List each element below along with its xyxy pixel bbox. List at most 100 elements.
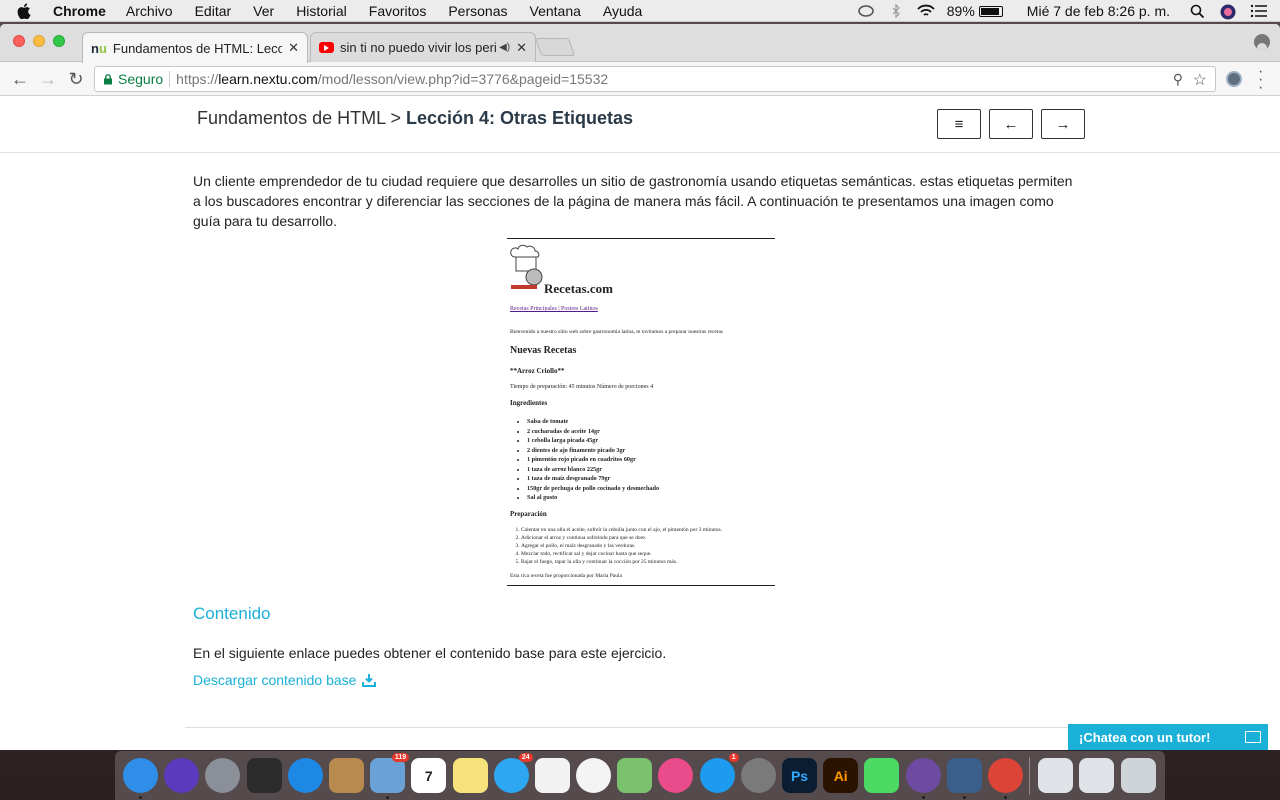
contacts-icon[interactable]: [328, 758, 364, 793]
notification-badge: 24: [518, 753, 533, 762]
profile-icon[interactable]: [1254, 34, 1270, 50]
zoom-icon[interactable]: ⚲: [1173, 71, 1183, 88]
menu-ver[interactable]: Ver: [253, 3, 274, 19]
extension-icon[interactable]: [1226, 71, 1242, 87]
tab-title: sin ti no puedo vivir los peri: [340, 40, 497, 55]
list-item: 1 pimentón rojo picado en cuadritos 60gr: [527, 455, 659, 465]
menu-personas[interactable]: Personas: [448, 3, 507, 19]
preview-icon[interactable]: [1079, 758, 1115, 793]
guide-recipe-meta: Tiempo de preparación: 45 minutos Número…: [510, 384, 654, 390]
guide-nav-links: Recetas Principales | Postres Latinos: [510, 306, 598, 312]
creative-cloud-icon[interactable]: [857, 4, 875, 18]
list-item: Adicionar el arroz y continua sofreindo …: [521, 534, 722, 542]
trash-icon[interactable]: [1120, 758, 1156, 793]
chrome-menu-icon[interactable]: · · ·: [1258, 64, 1263, 96]
url-path: /mod/lesson/view.php?id=3776&pageid=1553…: [317, 71, 609, 87]
mail-window-icon[interactable]: [1038, 758, 1074, 793]
menu-favoritos[interactable]: Favoritos: [369, 3, 427, 19]
list-item: Sal al gusto: [527, 493, 659, 503]
section-divider: [185, 727, 1085, 728]
battery-icon[interactable]: [978, 5, 1003, 17]
menu-ayuda[interactable]: Ayuda: [603, 3, 642, 19]
close-tab-icon[interactable]: ✕: [516, 40, 527, 56]
list-item: Mezclar todo, rectificar sal y dejar coc…: [521, 550, 722, 558]
bluetooth-icon[interactable]: [887, 3, 905, 19]
forward-button[interactable]: →: [36, 68, 60, 90]
lock-icon: [104, 73, 112, 84]
running-indicator: [139, 796, 142, 799]
app-store-icon[interactable]: 1: [699, 753, 739, 793]
section-title-contenido: Contenido: [193, 604, 271, 623]
tab-fundamentos-html[interactable]: nu Fundamentos de HTML: Lecció ✕: [82, 32, 308, 63]
tab-youtube[interactable]: sin ti no puedo vivir los peri ◀) ✕: [310, 32, 536, 62]
url-scheme: https://: [176, 71, 219, 87]
apple-icon[interactable]: [17, 2, 37, 19]
next-page-button[interactable]: →: [1041, 109, 1085, 139]
bookmark-star-icon[interactable]: ☆: [1193, 70, 1207, 90]
menu-ventana[interactable]: Ventana: [530, 3, 581, 19]
photoshop-icon[interactable]: Ps: [782, 758, 817, 793]
system-preferences-icon[interactable]: [740, 758, 776, 793]
facetime-icon[interactable]: [864, 758, 900, 793]
breadcrumb-course-link[interactable]: Fundamentos de HTML: [197, 108, 385, 128]
reminders-icon[interactable]: [534, 758, 570, 793]
download-link[interactable]: Descargar contenido base: [193, 672, 377, 688]
speaker-icon[interactable]: ◀): [499, 42, 510, 53]
previous-page-button[interactable]: ←: [989, 109, 1033, 139]
secure-label: Seguro: [118, 71, 164, 87]
list-item: 1 cebolla larga picada 45gr: [527, 436, 659, 446]
close-window-button[interactable]: [13, 35, 25, 47]
siri-icon[interactable]: [164, 758, 200, 793]
new-tab-button[interactable]: [534, 38, 576, 56]
chat-window-icon[interactable]: [1245, 731, 1261, 743]
list-item: 1 taza de arroz blanco 225gr: [527, 465, 659, 475]
photo-app-icon[interactable]: [246, 758, 282, 793]
messages-icon[interactable]: 24: [493, 753, 533, 793]
maps-icon[interactable]: [617, 758, 653, 793]
chat-tutor-label[interactable]: ¡Chatea con un tutor!: [1079, 730, 1210, 745]
lesson-header: Fundamentos de HTML > Lección 4: Otras E…: [0, 97, 1280, 153]
brackets-icon[interactable]: [946, 758, 982, 799]
guide-steps-list: Calentar en una olla el aceite, sofreír …: [521, 526, 722, 566]
running-indicator: [1003, 796, 1007, 799]
calendar-icon[interactable]: 7: [411, 758, 447, 793]
menu-app-name[interactable]: Chrome: [53, 3, 106, 19]
lesson-menu-button[interactable]: ≡: [937, 109, 981, 139]
menu-editar[interactable]: Editar: [195, 3, 232, 19]
launchpad-icon[interactable]: [205, 758, 241, 793]
guide-ingredients-title: Ingredientes: [510, 399, 548, 407]
url-text: https://learn.nextu.com/mod/lesson/view.…: [176, 71, 608, 87]
guide-image: Recetas.com Recetas Principales | Postre…: [507, 238, 775, 586]
download-link-label[interactable]: Descargar contenido base: [193, 672, 356, 688]
photos-icon[interactable]: [576, 758, 612, 793]
close-tab-icon[interactable]: ✕: [288, 40, 299, 56]
minimize-window-button[interactable]: [33, 35, 45, 47]
user-avatar-icon[interactable]: [1220, 4, 1238, 20]
mail-icon[interactable]: 119: [370, 753, 410, 799]
illustrator-icon[interactable]: Ai: [823, 758, 859, 793]
menu-historial[interactable]: Historial: [296, 3, 347, 19]
itunes-icon[interactable]: [658, 758, 694, 793]
reload-button[interactable]: ↻: [64, 68, 88, 90]
spotlight-icon[interactable]: [1190, 4, 1208, 19]
chat-tutor-button[interactable]: ¡Chatea con un tutor!: [1068, 724, 1268, 750]
back-button[interactable]: ←: [8, 68, 32, 90]
clock[interactable]: Mié 7 de feb 8:26 p. m.: [1027, 3, 1170, 19]
guide-credit: Esta rica receta fue proporcionada por M…: [510, 573, 622, 579]
safari-icon[interactable]: [287, 758, 323, 793]
menu-archivo[interactable]: Archivo: [126, 3, 173, 19]
guide-welcome-text: Bienvenido a nuestro sitio web sobre gas…: [510, 329, 723, 335]
url-domain: learn.nextu.com: [218, 71, 318, 87]
github-icon[interactable]: [905, 758, 941, 799]
finder-icon[interactable]: [123, 758, 158, 799]
download-icon[interactable]: [362, 673, 377, 687]
chrome-icon[interactable]: [987, 758, 1023, 799]
notes-icon[interactable]: [452, 758, 488, 793]
dock-icon-label: Ai: [833, 767, 848, 784]
wifi-icon[interactable]: [917, 4, 935, 18]
tab-strip: nu Fundamentos de HTML: Lecció ✕ sin ti …: [0, 24, 1280, 63]
dock: 119 7 24 1 Ps Ai: [115, 751, 1165, 800]
notification-center-icon[interactable]: [1250, 4, 1268, 18]
address-bar[interactable]: Seguro https://learn.nextu.com/mod/lesso…: [94, 66, 1216, 92]
zoom-window-button[interactable]: [53, 35, 65, 47]
